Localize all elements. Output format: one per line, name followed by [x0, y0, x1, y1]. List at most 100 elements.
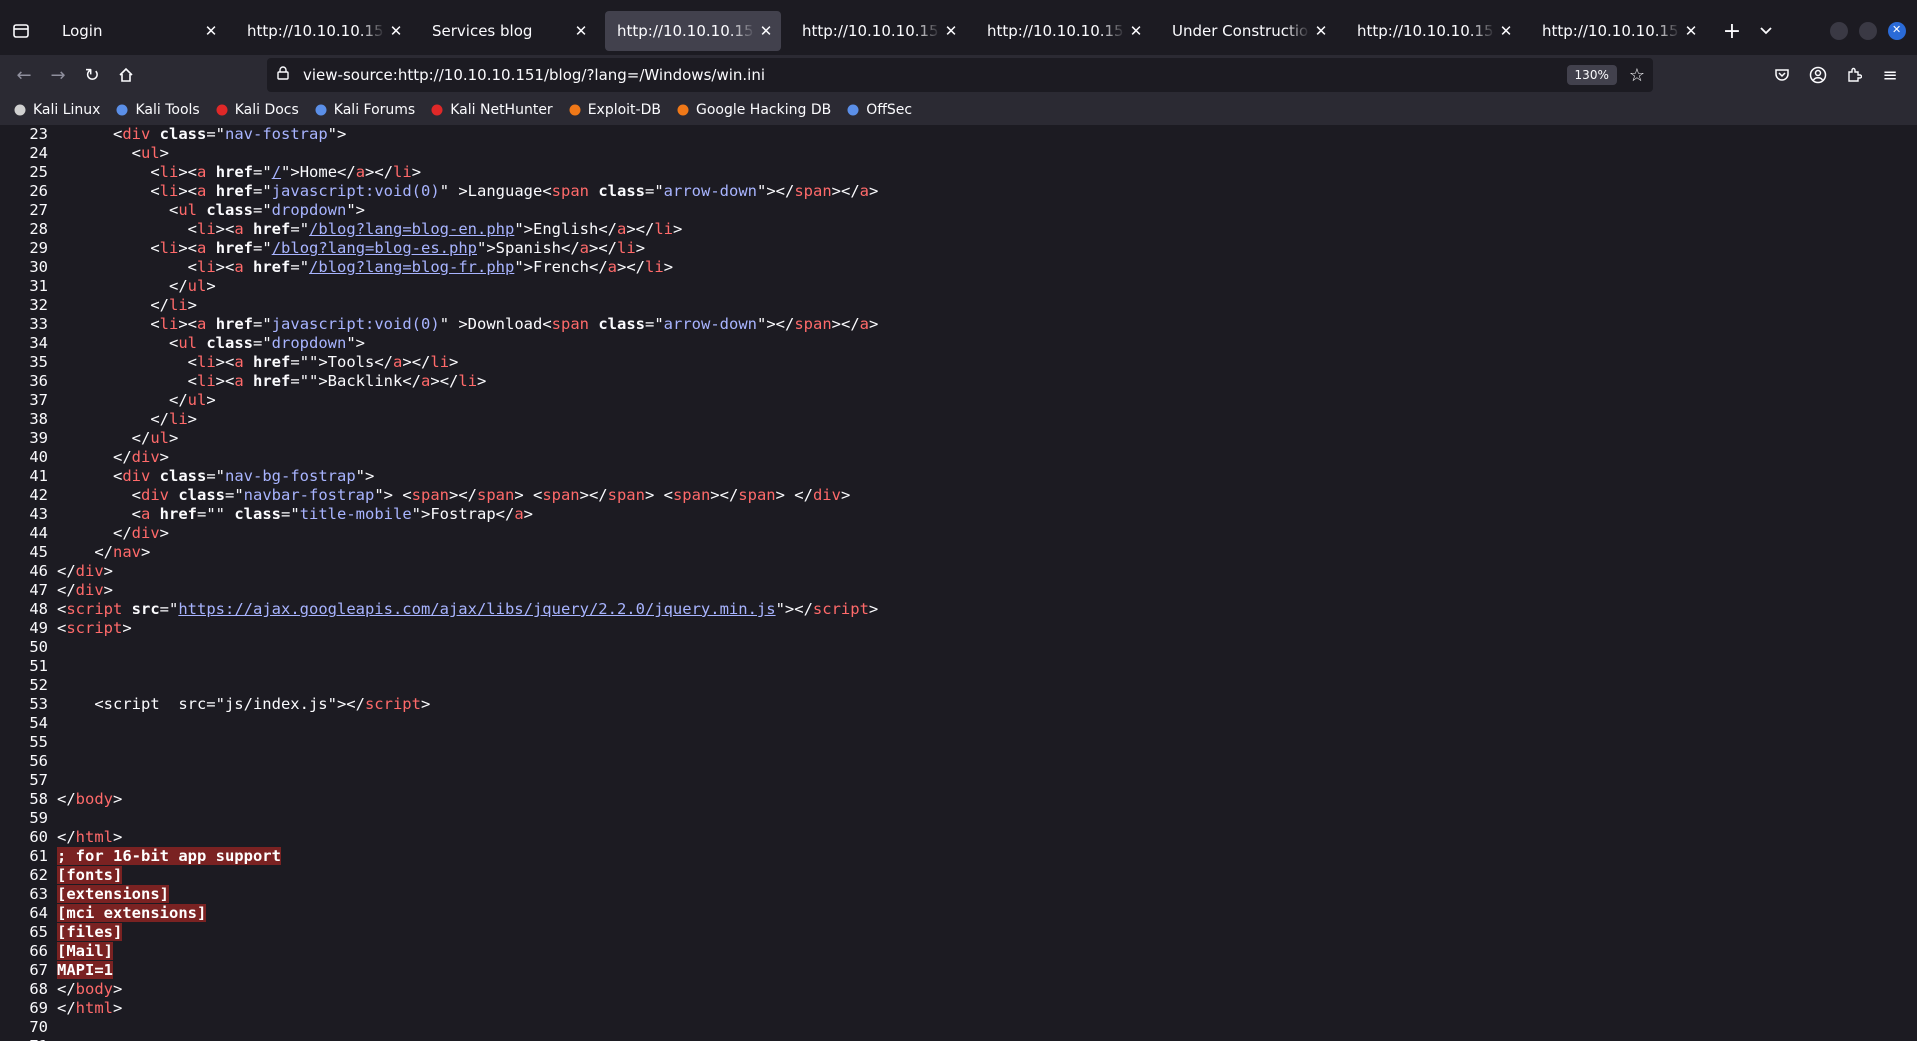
- code-token: </: [57, 790, 76, 808]
- close-tab-icon[interactable]: ✕: [757, 22, 775, 40]
- pocket-icon[interactable]: [1765, 58, 1799, 92]
- code-token: </: [57, 999, 76, 1017]
- tab[interactable]: http://10.10.10.151/blog✕: [790, 11, 966, 51]
- bookmark-item[interactable]: Kali NetHunter: [429, 102, 553, 118]
- maximize-button[interactable]: [1859, 22, 1877, 40]
- forward-icon[interactable]: →: [41, 58, 75, 92]
- close-tab-icon[interactable]: ✕: [942, 22, 960, 40]
- code-token: nav-fostrap: [225, 125, 328, 143]
- code-token: li: [654, 220, 674, 238]
- source-link[interactable]: /blog?lang=blog-es.php: [272, 239, 477, 257]
- code-token: ><: [178, 239, 198, 257]
- extensions-icon[interactable]: [1837, 58, 1871, 92]
- tab[interactable]: Under Construction ✕: [1160, 11, 1336, 51]
- back-icon[interactable]: ←: [7, 58, 41, 92]
- code-token: <: [187, 220, 197, 238]
- bookmark-item[interactable]: Google Hacking DB: [675, 102, 831, 118]
- code-token: a: [197, 163, 207, 181]
- home-icon[interactable]: [109, 58, 143, 92]
- source-line: 35 <li><a href="">Tools</a></li>: [0, 353, 1917, 372]
- source-line: 47 </div>: [0, 581, 1917, 600]
- page-info-icon[interactable]: [277, 66, 303, 84]
- code-token: div: [131, 524, 160, 542]
- code-token: li: [169, 296, 188, 314]
- tab[interactable]: http://10.10.10.151/user✕: [1530, 11, 1706, 51]
- tab[interactable]: http://10.10.10.151/blog✕: [605, 11, 781, 51]
- close-tab-icon[interactable]: ✕: [1127, 22, 1145, 40]
- code-token: href: [243, 258, 291, 276]
- source-line: 28 <li><a href="/blog?lang=blog-en.php">…: [0, 220, 1917, 239]
- tab[interactable]: http://10.10.10.151/user✕: [235, 11, 411, 51]
- line-number: 31: [29, 277, 48, 295]
- close-tab-icon[interactable]: ✕: [202, 22, 220, 40]
- code-token: >: [159, 144, 170, 162]
- bookmark-item[interactable]: Kali Forums: [313, 102, 415, 118]
- url-bar[interactable]: view-source:http://10.10.10.151/blog/?la…: [267, 58, 1653, 92]
- bookmarks-toolbar: Kali Linux Kali Tools Kali Docs Kali Forums…: [0, 95, 1917, 125]
- code-token: >: [122, 619, 132, 637]
- close-tab-icon[interactable]: ✕: [1497, 22, 1515, 40]
- tab[interactable]: http://10.10.10.151/blog✕: [975, 11, 1151, 51]
- code-token: a: [234, 258, 244, 276]
- tab[interactable]: Services blog ✕: [420, 11, 596, 51]
- list-all-tabs-icon[interactable]: [1749, 14, 1783, 48]
- line-number: 48: [29, 600, 48, 618]
- close-tab-icon[interactable]: ✕: [1312, 22, 1330, 40]
- source-line: 55: [0, 733, 1917, 752]
- close-tab-icon[interactable]: ✕: [1682, 22, 1700, 40]
- zoom-level[interactable]: 130%: [1566, 65, 1617, 85]
- bookmark-star-icon[interactable]: ☆: [1629, 65, 1645, 86]
- bookmark-item[interactable]: Kali Docs: [214, 102, 299, 118]
- reload-icon[interactable]: ↻: [75, 58, 109, 92]
- source-line: 43 <a href="" class="title-mobile">Fostr…: [0, 505, 1917, 524]
- code-token: </: [57, 828, 76, 846]
- line-number: 71: [0, 1037, 57, 1041]
- code-token: <: [57, 600, 67, 618]
- source-link[interactable]: /blog?lang=blog-en.php: [309, 220, 514, 238]
- source-code: </body>: [57, 790, 122, 809]
- tab[interactable]: http://10.10.10.151/user✕: [1345, 11, 1521, 51]
- code-token: =": [253, 239, 272, 257]
- source-code: <div class="nav-fostrap">: [57, 125, 346, 144]
- code-token: ">Fostrap</: [411, 505, 515, 523]
- tab[interactable]: Login ✕: [50, 11, 226, 51]
- close-window-button[interactable]: [1888, 22, 1906, 40]
- code-token: >: [187, 410, 198, 428]
- bookmark-item[interactable]: Exploit-DB: [567, 102, 661, 118]
- close-tab-icon[interactable]: ✕: [572, 22, 590, 40]
- code-token: >: [420, 695, 431, 713]
- firefox-view-icon[interactable]: [2, 12, 40, 50]
- code-token: body: [75, 790, 113, 808]
- source-line: 51: [0, 657, 1917, 676]
- line-number: 33: [29, 315, 48, 333]
- code-token: ><: [178, 182, 198, 200]
- code-token: nav-bg-fostrap: [225, 467, 356, 485]
- code-token: href: [150, 505, 198, 523]
- code-token: body: [75, 980, 113, 998]
- bookmark-label: Kali Linux: [33, 102, 101, 118]
- code-token: ></: [365, 163, 394, 181]
- code-token: span: [551, 315, 589, 333]
- account-icon[interactable]: [1801, 58, 1835, 92]
- line-number: 36: [29, 372, 48, 390]
- code-token: ></: [448, 486, 477, 504]
- line-number: 32: [29, 296, 48, 314]
- bookmark-item[interactable]: OffSec: [845, 102, 912, 118]
- bookmark-item[interactable]: Kali Linux: [12, 102, 100, 118]
- source-link[interactable]: https://ajax.googleapis.com/ajax/libs/jq…: [178, 600, 775, 618]
- bookmark-label: OffSec: [866, 102, 913, 118]
- minimize-button[interactable]: [1830, 22, 1848, 40]
- source-line: 65 [files]: [0, 923, 1917, 942]
- code-token: "> <: [374, 486, 412, 504]
- code-token: class: [589, 315, 645, 333]
- code-token: >: [113, 980, 123, 998]
- tab-title: http://10.10.10.151/user: [247, 22, 385, 40]
- close-tab-icon[interactable]: ✕: [387, 22, 405, 40]
- source-link[interactable]: /blog?lang=blog-fr.php: [309, 258, 514, 276]
- code-token: >: [206, 391, 216, 409]
- new-tab-button[interactable]: +: [1715, 14, 1749, 48]
- source-link[interactable]: /: [272, 163, 281, 181]
- bookmark-item[interactable]: Kali Tools: [114, 102, 200, 118]
- menu-icon[interactable]: ≡: [1873, 58, 1907, 92]
- url-text[interactable]: view-source:http://10.10.10.151/blog/?la…: [303, 66, 1567, 84]
